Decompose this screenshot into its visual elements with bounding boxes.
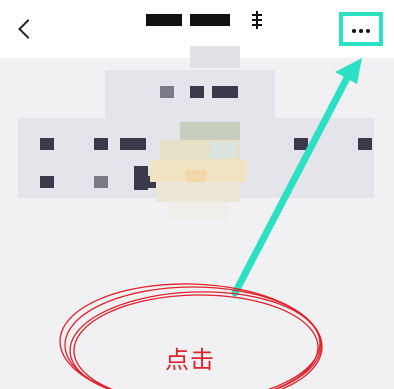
title-redacted-block-2 <box>190 14 230 26</box>
title-redacted-block-1 <box>146 14 182 26</box>
more-dots-icon <box>352 28 370 33</box>
tap-label: 点击 <box>165 346 215 374</box>
chevron-left-icon <box>17 19 38 39</box>
blurred-avatar <box>150 122 246 218</box>
back-button[interactable] <box>10 12 40 46</box>
more-options-button[interactable] <box>339 12 383 46</box>
blurred-name-top <box>190 46 240 68</box>
title-glyph <box>252 11 262 29</box>
